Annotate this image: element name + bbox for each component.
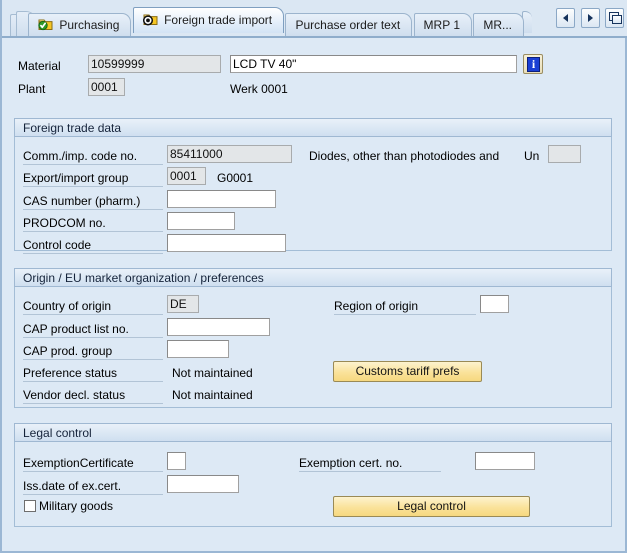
material-label: Material <box>18 59 61 73</box>
material-description-field[interactable] <box>230 55 517 73</box>
tab-scroll-right-button[interactable] <box>581 8 600 28</box>
foreign-trade-data-title: Foreign trade data <box>14 118 612 137</box>
tabstrip-nav-buttons <box>554 8 624 29</box>
legal-control-button[interactable]: Legal control <box>333 496 530 517</box>
tab-list-icon-front <box>612 15 622 24</box>
tab-scroll-left-button[interactable] <box>556 8 575 28</box>
tab-list-button[interactable] <box>605 8 624 28</box>
exemption-cert-no-label: Exemption cert. no. <box>299 456 441 470</box>
plant-label: Plant <box>18 82 45 96</box>
preference-status-value: Not maintained <box>172 366 253 380</box>
foreign-trade-data-group: Foreign trade data Comm./imp. code no. D… <box>14 118 612 251</box>
tab-purchase-order-text-label: Purchase order text <box>295 18 400 32</box>
tab-purchase-order-text[interactable]: Purchase order text <box>285 13 412 36</box>
tab-mrp-1-label: MRP 1 <box>424 18 460 32</box>
tabstrip: Purchasing Foreign trade import Purchase… <box>2 0 627 37</box>
export-import-group-description: G0001 <box>217 171 253 185</box>
material-number-field[interactable] <box>88 55 221 73</box>
info-icon: i <box>527 57 540 72</box>
customs-tariff-prefs-button[interactable]: Customs tariff prefs <box>333 361 482 382</box>
tabstrip-baseline <box>2 36 627 38</box>
comm-imp-code-description: Diodes, other than photodiodes and <box>309 149 499 163</box>
origin-eu-title: Origin / EU market organization / prefer… <box>14 268 612 287</box>
cap-prod-group-field[interactable] <box>167 340 229 358</box>
exemption-certificate-label: ExemptionCertificate <box>23 456 163 470</box>
comm-imp-code-field[interactable] <box>167 145 292 163</box>
exemption-cert-no-field[interactable] <box>475 452 535 470</box>
vendor-decl-status-label: Vendor decl. status <box>23 388 163 402</box>
prodcom-label: PRODCOM no. <box>23 216 163 230</box>
tab-foreign-trade-import-label: Foreign trade import <box>164 13 272 27</box>
export-import-group-label: Export/import group <box>23 171 163 185</box>
region-of-origin-field[interactable] <box>480 295 509 313</box>
un-label: Un <box>524 149 539 163</box>
material-info-button[interactable]: i <box>523 54 543 74</box>
iss-date-of-ex-cert-label: Iss.date of ex.cert. <box>23 479 163 493</box>
tab-foreign-trade-import[interactable]: Foreign trade import <box>133 7 284 33</box>
prodcom-field[interactable] <box>167 212 235 230</box>
tab-list: Purchasing Foreign trade import Purchase… <box>28 7 532 37</box>
control-code-field[interactable] <box>167 234 286 252</box>
control-code-label: Control code <box>23 238 163 252</box>
tab-mrp-1[interactable]: MRP 1 <box>414 13 472 36</box>
plant-field[interactable] <box>88 78 125 96</box>
material-header: Material i Plant Werk 0001 <box>2 40 627 102</box>
exemption-certificate-field[interactable] <box>167 452 186 470</box>
folder-target-icon <box>143 10 158 23</box>
cap-product-list-label: CAP product list no. <box>23 322 163 336</box>
chevron-left-icon <box>563 14 568 22</box>
chevron-right-icon <box>588 14 593 22</box>
vendor-decl-status-value: Not maintained <box>172 388 253 402</box>
country-of-origin-label: Country of origin <box>23 299 163 313</box>
tab-purchasing[interactable]: Purchasing <box>28 13 131 36</box>
checkbox-box-icon <box>24 500 36 512</box>
tab-purchasing-label: Purchasing <box>59 18 119 32</box>
cas-number-label: CAS number (pharm.) <box>23 194 163 208</box>
legal-control-title: Legal control <box>14 423 612 442</box>
origin-eu-group: Origin / EU market organization / prefer… <box>14 268 612 408</box>
country-of-origin-field[interactable] <box>167 295 199 313</box>
preference-status-label: Preference status <box>23 366 163 380</box>
origin-eu-body: Country of origin Region of origin CAP p… <box>15 288 611 407</box>
export-import-group-field[interactable] <box>167 167 206 185</box>
tab-mrp-truncated[interactable]: MR... <box>473 13 524 36</box>
cap-prod-group-label: CAP prod. group <box>23 344 163 358</box>
foreign-trade-data-body: Comm./imp. code no. Diodes, other than p… <box>15 138 611 250</box>
plant-description-text: Werk 0001 <box>230 82 288 96</box>
comm-imp-code-label: Comm./imp. code no. <box>23 149 163 163</box>
iss-date-of-ex-cert-field[interactable] <box>167 475 239 493</box>
cas-number-field[interactable] <box>167 190 276 208</box>
legal-control-group: Legal control ExemptionCertificate Exemp… <box>14 423 612 527</box>
folder-check-icon <box>38 16 53 29</box>
region-of-origin-label: Region of origin <box>334 299 476 313</box>
military-goods-checkbox[interactable]: Military goods <box>24 499 113 513</box>
sap-material-master-screen: Purchasing Foreign trade import Purchase… <box>0 0 627 553</box>
un-field[interactable] <box>548 145 581 163</box>
cap-product-list-field[interactable] <box>167 318 270 336</box>
legal-control-body: ExemptionCertificate Exemption cert. no.… <box>15 443 611 526</box>
military-goods-label: Military goods <box>39 499 113 513</box>
tab-mrp-truncated-label: MR... <box>483 18 512 32</box>
